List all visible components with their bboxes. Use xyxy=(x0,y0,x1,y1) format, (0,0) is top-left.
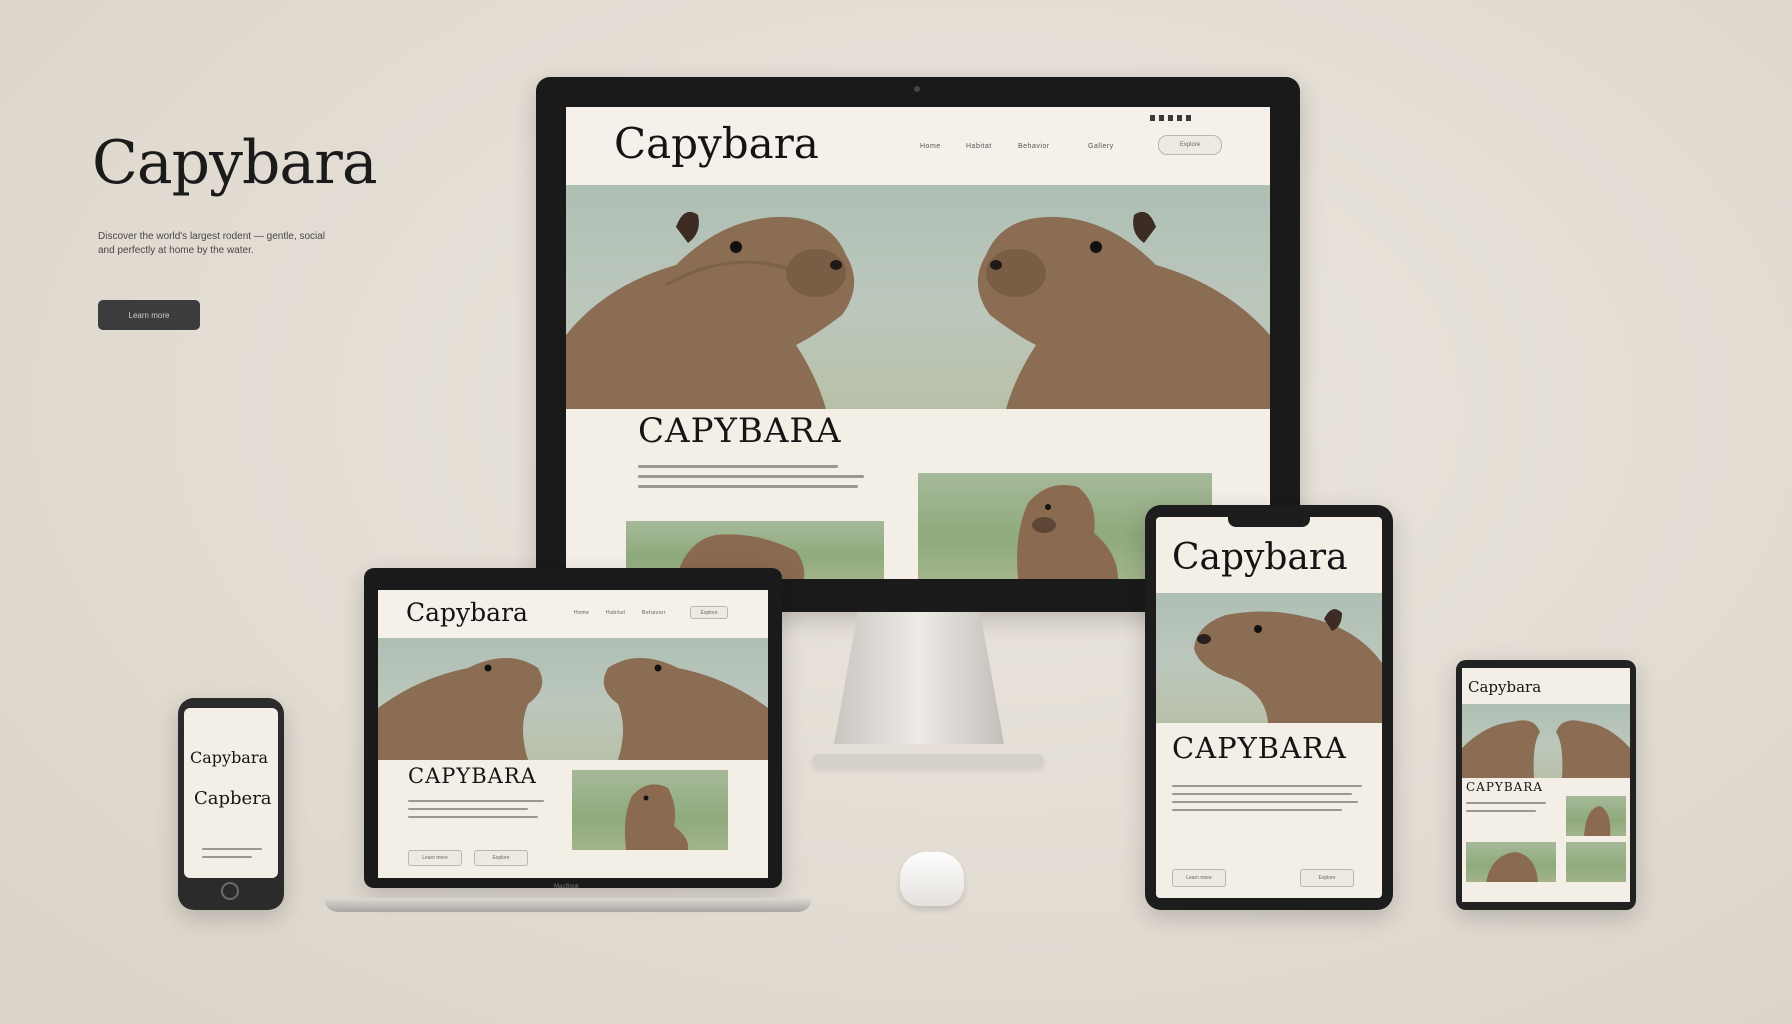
laptop-screen: Capybara Home Habitat Behavior Explore C… xyxy=(378,590,768,878)
tablet-logo[interactable]: Capybara xyxy=(1172,537,1348,578)
laptop-base xyxy=(324,898,812,912)
camera-dot-icon xyxy=(914,86,920,92)
nav-behavior[interactable]: Behavior xyxy=(642,610,666,616)
nav-behavior[interactable]: Behavior xyxy=(1018,143,1050,150)
site-logo[interactable]: Capybara xyxy=(614,119,819,168)
body-text-line xyxy=(638,475,864,478)
laptop-learn-button[interactable]: Learn more xyxy=(408,850,462,866)
small-tablet-screen: Capybara CAPYBARA xyxy=(1462,668,1630,902)
small-tablet-heading: CAPYBARA xyxy=(1466,780,1544,794)
hero-tagline: Discover the world's largest rodent — ge… xyxy=(98,231,326,256)
nav-home[interactable]: Home xyxy=(920,143,941,150)
laptop: Capybara Home Habitat Behavior Explore C… xyxy=(364,568,782,908)
capybara-photo-right xyxy=(906,185,1270,409)
tablet-screen: Capybara CAPYBARA Learn more Explore xyxy=(1156,517,1382,898)
tablet-capybara-photo xyxy=(1156,593,1382,723)
laptop-brand: MacBook xyxy=(554,884,580,890)
site-cta-button[interactable]: Explore xyxy=(1158,135,1222,155)
social-icons[interactable] xyxy=(1150,115,1192,121)
site-heading: CAPYBARA xyxy=(638,411,842,451)
laptop-cta-button[interactable]: Explore xyxy=(690,606,728,619)
laptop-explore-button[interactable]: Explore xyxy=(474,850,528,866)
phone: Capybara Capbera xyxy=(178,698,284,910)
small-tablet-logo[interactable]: Capybara xyxy=(1468,678,1541,696)
nav-gallery[interactable]: Gallery xyxy=(1088,143,1114,150)
phone-subtitle: Capbera xyxy=(194,788,272,809)
body-text-line xyxy=(638,465,838,468)
phone-logo[interactable]: Capybara xyxy=(190,748,268,767)
phone-screen: Capybara Capbera xyxy=(184,708,278,878)
imac-stand xyxy=(834,612,1004,744)
nav-habitat[interactable]: Habitat xyxy=(966,143,992,150)
imac-foot xyxy=(812,754,1044,766)
tablet-heading: CAPYBARA xyxy=(1172,731,1347,765)
tablet-learn-button[interactable]: Learn more xyxy=(1172,869,1226,887)
small-tablet-capybara-photo xyxy=(1462,704,1630,778)
laptop-logo[interactable]: Capybara xyxy=(406,598,528,627)
meadow-photo xyxy=(1566,842,1626,882)
mouse-icon[interactable] xyxy=(900,852,964,906)
meadow-photo xyxy=(1566,796,1626,836)
body-text-line xyxy=(638,485,858,488)
nav-home[interactable]: Home xyxy=(574,610,589,616)
home-button[interactable] xyxy=(221,882,239,900)
laptop-capybara-photo xyxy=(378,638,768,760)
tablet-explore-button[interactable]: Explore xyxy=(1300,869,1354,887)
tablet-notch xyxy=(1228,517,1310,527)
hero-learn-more-button[interactable]: Learn more xyxy=(98,300,200,330)
small-tablet: Capybara CAPYBARA xyxy=(1456,660,1636,910)
capybara-photo-left xyxy=(566,185,906,409)
laptop-meadow-photo xyxy=(572,770,728,850)
tablet: Capybara CAPYBARA Learn more Explore xyxy=(1145,505,1393,910)
hero-title: Capybara xyxy=(92,128,378,198)
meadow-photo xyxy=(1466,842,1556,882)
nav-habitat[interactable]: Habitat xyxy=(606,610,625,616)
laptop-heading: CAPYBARA xyxy=(408,764,537,788)
